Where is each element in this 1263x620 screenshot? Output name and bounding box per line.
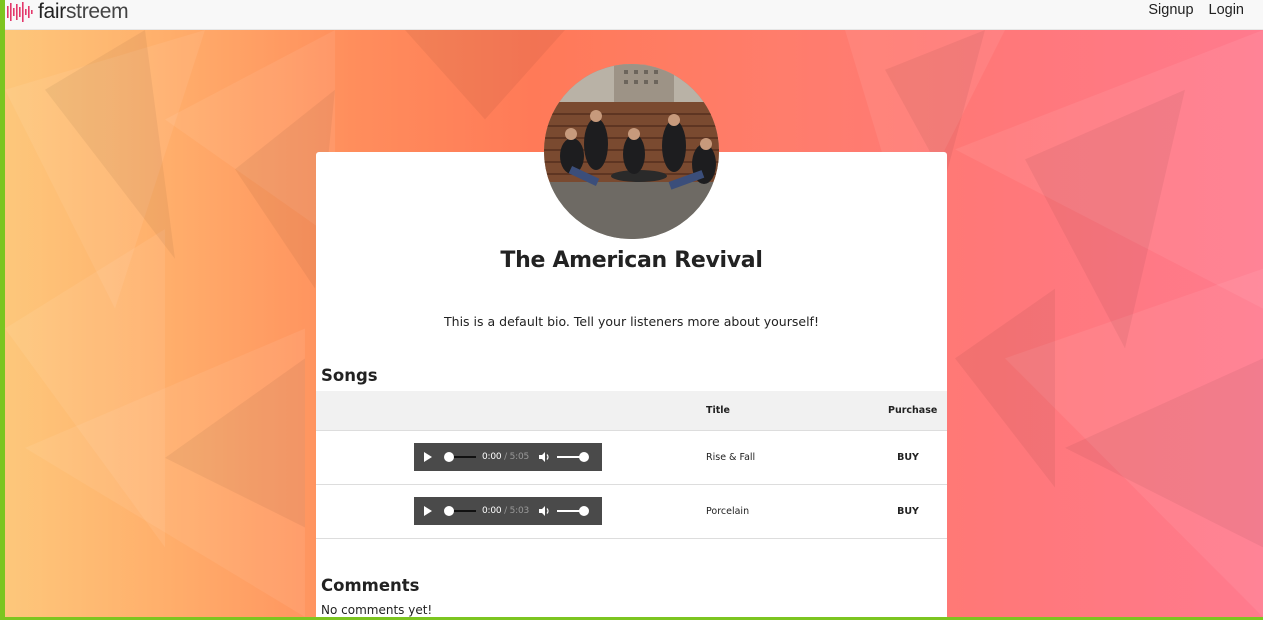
- seek-bar[interactable]: [444, 506, 476, 516]
- col-purchase: Purchase: [888, 404, 938, 416]
- artist-bio: This is a default bio. Tell your listene…: [444, 314, 819, 329]
- song-player-cell: 0:00 / 5:03: [316, 484, 706, 538]
- top-navbar: fairstreem Signup Login: [5, 0, 1263, 30]
- audio-player: 0:00 / 5:03: [414, 497, 602, 525]
- volume-icon[interactable]: [539, 506, 551, 516]
- song-row: 0:00 / 5:03 Porcelain BUY: [316, 484, 947, 538]
- songs-heading: Songs: [321, 366, 378, 385]
- seek-handle[interactable]: [444, 506, 454, 516]
- audio-player: 0:00 / 5:05: [414, 443, 602, 471]
- brand-logo[interactable]: fairstreem: [6, 0, 129, 24]
- time-display: 0:00 / 5:03: [482, 506, 529, 516]
- volume-slider[interactable]: [557, 506, 590, 516]
- volume-slider[interactable]: [557, 452, 590, 462]
- volume-icon[interactable]: [539, 452, 551, 462]
- login-link[interactable]: Login: [1209, 2, 1244, 18]
- duration: 5:05: [509, 452, 530, 462]
- seek-bar[interactable]: [444, 452, 476, 462]
- artist-name: The American Revival: [500, 248, 763, 273]
- time-separator: /: [504, 452, 507, 462]
- song-title: Porcelain: [706, 505, 750, 517]
- song-purchase-cell: BUY: [888, 484, 947, 538]
- comments-heading: Comments: [321, 576, 420, 595]
- account-nav: Signup Login: [1148, 2, 1244, 18]
- col-title: Title: [706, 404, 730, 416]
- buy-button[interactable]: BUY: [888, 506, 928, 517]
- brand-name: fairstreem: [38, 0, 129, 23]
- play-icon[interactable]: [424, 506, 432, 516]
- song-purchase-cell: BUY: [888, 430, 947, 484]
- play-icon[interactable]: [424, 452, 432, 462]
- brand-name-part2: streem: [65, 0, 129, 23]
- buy-button[interactable]: BUY: [888, 452, 928, 463]
- time-display: 0:00 / 5:05: [482, 452, 529, 462]
- artist-avatar: [544, 64, 719, 239]
- song-title: Rise & Fall: [706, 451, 756, 463]
- duration: 5:03: [509, 506, 530, 516]
- song-row: 0:00 / 5:05 Rise & Fall BUY: [316, 430, 947, 484]
- songs-table: Title Purchase 0:00 / 5:05 Rise & Fall B…: [316, 391, 947, 539]
- volume-handle[interactable]: [579, 452, 590, 462]
- volume-handle[interactable]: [579, 506, 590, 516]
- no-comments-text: No comments yet!: [321, 603, 433, 617]
- time-separator: /: [504, 506, 507, 516]
- logo-waveform-icon: [7, 2, 33, 22]
- song-player-cell: 0:00 / 5:05: [316, 430, 706, 484]
- songs-header-row: Title Purchase: [316, 391, 947, 430]
- page-frame: fairstreem Signup Login The American Rev…: [5, 0, 1263, 617]
- signup-link[interactable]: Signup: [1148, 2, 1193, 18]
- current-time: 0:00: [482, 452, 502, 462]
- current-time: 0:00: [482, 506, 502, 516]
- seek-handle[interactable]: [444, 452, 454, 462]
- col-player: [316, 391, 706, 430]
- brand-name-part1: fair: [38, 0, 66, 23]
